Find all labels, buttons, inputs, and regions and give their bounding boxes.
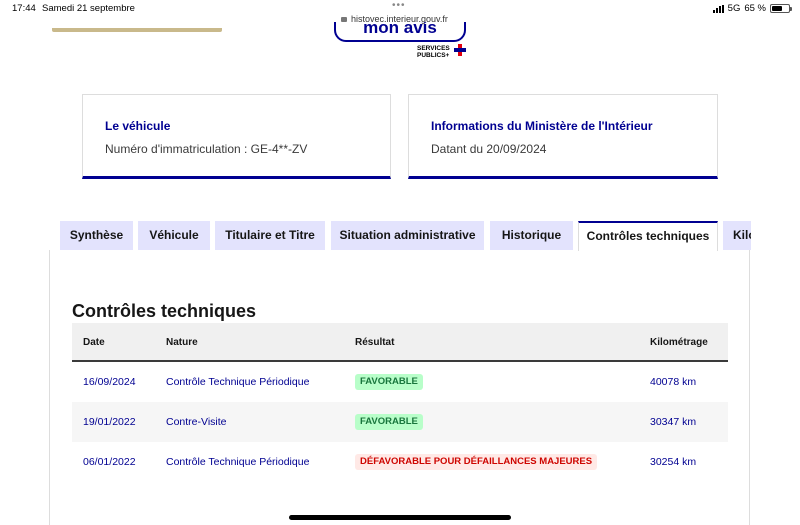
- row-nature: Contrôle Technique Périodique: [166, 456, 310, 468]
- mon-avis-button[interactable]: mon avis: [334, 22, 466, 42]
- header-nature: Nature: [166, 337, 198, 348]
- row-date: 19/01/2022: [83, 416, 136, 428]
- row-date: 16/09/2024: [83, 376, 136, 388]
- result-badge-favorable: FAVORABLE: [355, 414, 423, 430]
- tab-bar: Synthèse Véhicule Titulaire et Titre Sit…: [60, 221, 751, 251]
- ministry-info-card: Informations du Ministère de l'Intérieur…: [408, 94, 718, 179]
- status-time: 17:44: [12, 3, 36, 14]
- vehicle-card: Le véhicule Numéro d'immatriculation : G…: [82, 94, 391, 179]
- network-label: 5G: [727, 3, 741, 14]
- status-date: Samedi 21 septembre: [42, 3, 135, 14]
- row-date: 06/01/2022: [83, 456, 136, 468]
- section-title: Contrôles techniques: [72, 301, 257, 321]
- result-badge-favorable: FAVORABLE: [355, 374, 423, 390]
- tab-vehicule[interactable]: Véhicule: [138, 221, 210, 250]
- header-km: Kilométrage: [650, 337, 708, 348]
- more-dots-icon[interactable]: •••: [392, 0, 406, 11]
- row-km: 30254 km: [650, 456, 697, 468]
- tab-synthese[interactable]: Synthèse: [60, 221, 133, 250]
- battery-fill: [772, 6, 782, 11]
- tab-kilometrage[interactable]: Kilométrage: [723, 221, 751, 250]
- services-publics-logo: SERVICES PUBLICS+: [417, 45, 450, 59]
- row-nature: Contrôle Technique Périodique: [166, 376, 310, 388]
- vehicle-plate-text: Numéro d'immatriculation : GE-4**-ZV: [105, 142, 308, 156]
- status-indicators: 5G 65 %: [712, 3, 792, 14]
- tab-titulaire-et-titre[interactable]: Titulaire et Titre: [215, 221, 325, 250]
- header-button-edge: [52, 28, 222, 32]
- table-row: 19/01/2022 Contre-Visite FAVORABLE 30347…: [72, 402, 728, 442]
- services-publics-plus-icon: [454, 44, 466, 56]
- tab-historique[interactable]: Historique: [490, 221, 573, 250]
- ministry-date-text: Datant du 20/09/2024: [431, 142, 547, 156]
- row-km: 40078 km: [650, 376, 697, 388]
- inspections-table: Date Nature Résultat Kilométrage 16/09/2…: [72, 323, 728, 482]
- battery-percent: 65 %: [744, 3, 766, 14]
- table-header: Date Nature Résultat Kilométrage: [72, 323, 728, 362]
- home-indicator[interactable]: [289, 515, 511, 520]
- table-row: 06/01/2022 Contrôle Technique Périodique…: [72, 442, 728, 482]
- row-nature: Contre-Visite: [166, 416, 227, 428]
- services-publics-line2: PUBLICS+: [417, 52, 450, 59]
- table-row: 16/09/2024 Contrôle Technique Périodique…: [72, 362, 728, 402]
- vehicle-card-title: Le véhicule: [105, 119, 171, 133]
- signal-icon: [712, 4, 724, 13]
- ministry-card-title: Informations du Ministère de l'Intérieur: [431, 119, 653, 133]
- services-publics-line1: SERVICES: [417, 45, 450, 52]
- tab-controles-techniques[interactable]: Contrôles techniques: [578, 221, 718, 251]
- header-result: Résultat: [355, 337, 395, 348]
- mon-avis-label: mon avis: [363, 22, 437, 37]
- tab-situation-administrative[interactable]: Situation administrative: [331, 221, 484, 250]
- result-badge-defavorable: DÉFAVORABLE POUR DÉFAILLANCES MAJEURES: [355, 454, 598, 470]
- battery-icon: [770, 4, 792, 13]
- header-date: Date: [83, 337, 105, 348]
- row-km: 30347 km: [650, 416, 697, 428]
